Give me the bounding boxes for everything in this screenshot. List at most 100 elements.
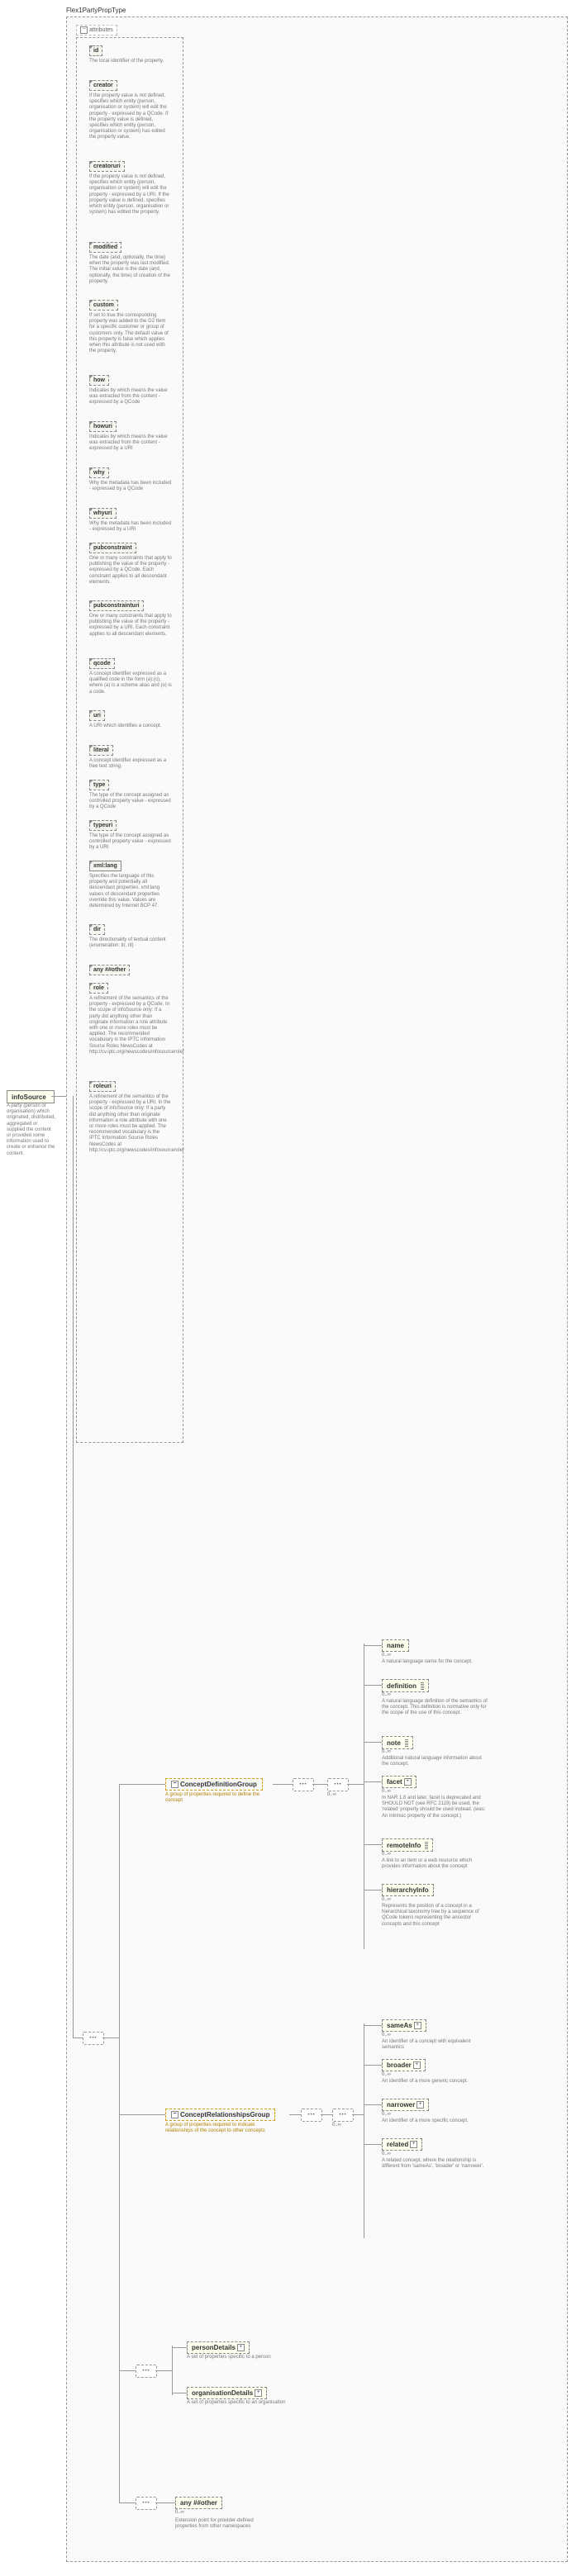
connector [273, 1784, 293, 1785]
attributes-header[interactable]: − attributes [76, 25, 117, 36]
element-desc: An identifier of a more specific concept… [382, 2118, 489, 2124]
element-desc: In NAR 1.8 and later, facet is deprecate… [382, 1796, 489, 1819]
attribute-why[interactable]: why [89, 467, 109, 478]
connector [364, 1781, 382, 1782]
attribute-corner-icon [89, 467, 93, 472]
attribute-corner-icon [89, 161, 93, 165]
connector [364, 1742, 382, 1743]
attribute-desc: A refinement of the semantics of the pro… [89, 1094, 172, 1154]
attribute-label: typeuri [93, 823, 112, 828]
attribute-desc: Indicates by which means the value was e… [89, 434, 172, 453]
attribute-desc: A URI which identifies a concept. [89, 723, 172, 729]
attribute-label: pubconstraint [93, 545, 132, 551]
element-desc: A natural language name for the concept. [382, 1659, 489, 1665]
attribute-corner-icon [89, 820, 93, 824]
attribute-any---other[interactable]: any ##other [89, 965, 130, 975]
element-note[interactable]: note [382, 1736, 413, 1749]
attribute-label: pubconstrainturi [93, 603, 140, 609]
attribute-desc: Why the metadata has been included - exp… [89, 481, 172, 492]
element-desc: Additional natural language information … [382, 1756, 489, 1767]
attribute-label: why [93, 470, 105, 476]
attribute-creatoruri[interactable]: creatoruri [89, 161, 125, 172]
cardinality-label: 0..∞ [382, 1897, 391, 1902]
attribute-roleuri[interactable]: roleuri [89, 1081, 116, 1092]
connector [119, 1784, 120, 2502]
connector [352, 2114, 364, 2115]
element-related[interactable]: related+ [382, 2138, 422, 2151]
group-conceptdefinition[interactable]: − ConceptDefinitionGroup [165, 1778, 263, 1791]
element-sameas[interactable]: sameAs+ [382, 2019, 426, 2032]
element-name[interactable]: name [382, 1639, 409, 1652]
attribute-literal[interactable]: literal [89, 745, 113, 756]
element-desc: A set of properties specific to a person [187, 2355, 286, 2360]
attribute-label: any ##other [93, 967, 126, 973]
cardinality-label: 0..∞ [382, 2072, 391, 2077]
element-broader[interactable]: broader+ [382, 2059, 426, 2071]
connector [347, 1784, 364, 1785]
element-desc: A natural language definition of the sem… [382, 1699, 489, 1717]
attribute-corner-icon [89, 45, 93, 50]
attribute-desc: If set to true the corresponding propert… [89, 313, 172, 354]
attribute-dir[interactable]: dir [89, 924, 105, 935]
sequence-icon [327, 1778, 349, 1791]
element-remoteinfo[interactable]: remoteInfo [382, 1838, 433, 1852]
attribute-typeuri[interactable]: typeuri [89, 820, 117, 831]
attribute-desc: If the property value is not defined, sp… [89, 93, 172, 141]
attribute-desc: Why the metadata has been included - exp… [89, 521, 172, 533]
attribute-role[interactable]: role [89, 983, 108, 994]
cardinality-label: 0..∞ [175, 2510, 184, 2515]
root-element-label: infoSource [12, 1093, 46, 1101]
element-label: personDetails [192, 2344, 236, 2351]
expand-icon: + [255, 2389, 262, 2397]
attribute-label: creatoruri [93, 164, 121, 169]
element-facet[interactable]: facet+ [382, 1776, 417, 1788]
attribute-desc: The type of the concept assigned as cont… [89, 793, 172, 811]
element-desc: An identifier of a more generic concept. [382, 2079, 489, 2085]
connector [119, 2114, 165, 2115]
root-element-infosource[interactable]: infoSource [7, 1090, 55, 1103]
element-definition[interactable]: definition [382, 1679, 429, 1692]
cardinality-label: 0..∞ [382, 1852, 391, 1857]
attribute-corner-icon [89, 983, 93, 987]
attribute-desc: Specifies the language of this property … [89, 874, 172, 909]
attribute-qcode[interactable]: qcode [89, 658, 115, 669]
element-label: narrower [387, 2101, 415, 2109]
choice-icon [136, 2365, 157, 2378]
cardinality-label: 0..∞ [382, 1789, 391, 1794]
attribute-label: custom [93, 302, 114, 308]
attribute-corner-icon [89, 861, 93, 865]
connector [364, 2025, 382, 2026]
attribute-pubconstrainturi[interactable]: pubconstrainturi [89, 600, 144, 611]
attribute-creator[interactable]: creator [89, 80, 117, 91]
element-narrower[interactable]: narrower+ [382, 2099, 429, 2111]
element-any-other[interactable]: any ##other [175, 2497, 222, 2509]
attribute-custom[interactable]: custom [89, 300, 118, 311]
attribute-corner-icon [89, 1081, 93, 1085]
element-organisationdetails[interactable]: organisationDetails+ [187, 2387, 267, 2399]
attribute-pubconstraint[interactable]: pubconstraint [89, 543, 136, 553]
attribute-label: whyuri [93, 510, 112, 516]
expand-icon: + [237, 2344, 245, 2351]
group-conceptrelationships[interactable]: − ConceptRelationshipsGroup [165, 2109, 275, 2121]
attribute-type[interactable]: type [89, 780, 109, 790]
attribute-label: roleuri [93, 1084, 112, 1089]
attribute-label: literal [93, 747, 109, 753]
connector [321, 2114, 332, 2115]
element-persondetails[interactable]: personDetails+ [187, 2341, 250, 2354]
cardinality-label: 0..∞ [382, 1653, 391, 1658]
element-hierarchyinfo[interactable]: hierarchyInfo [382, 1884, 434, 1896]
attribute-label: qcode [93, 661, 111, 667]
attribute-modified[interactable]: modified [89, 242, 121, 253]
cardinality-label: 0..∞ [382, 1749, 391, 1754]
attribute-corner-icon [89, 421, 93, 425]
attribute-how[interactable]: how [89, 375, 109, 386]
attribute-id[interactable]: id [89, 45, 102, 56]
attribute-howuri[interactable]: howuri [89, 421, 117, 432]
element-label: facet [387, 1778, 402, 1786]
attribute-xml-lang[interactable]: xml:lang [89, 861, 121, 871]
attribute-uri[interactable]: uri [89, 710, 105, 721]
attribute-corner-icon [89, 745, 93, 749]
attribute-whyuri[interactable]: whyuri [89, 508, 117, 519]
connector [172, 2347, 187, 2348]
connector [172, 2346, 173, 2395]
